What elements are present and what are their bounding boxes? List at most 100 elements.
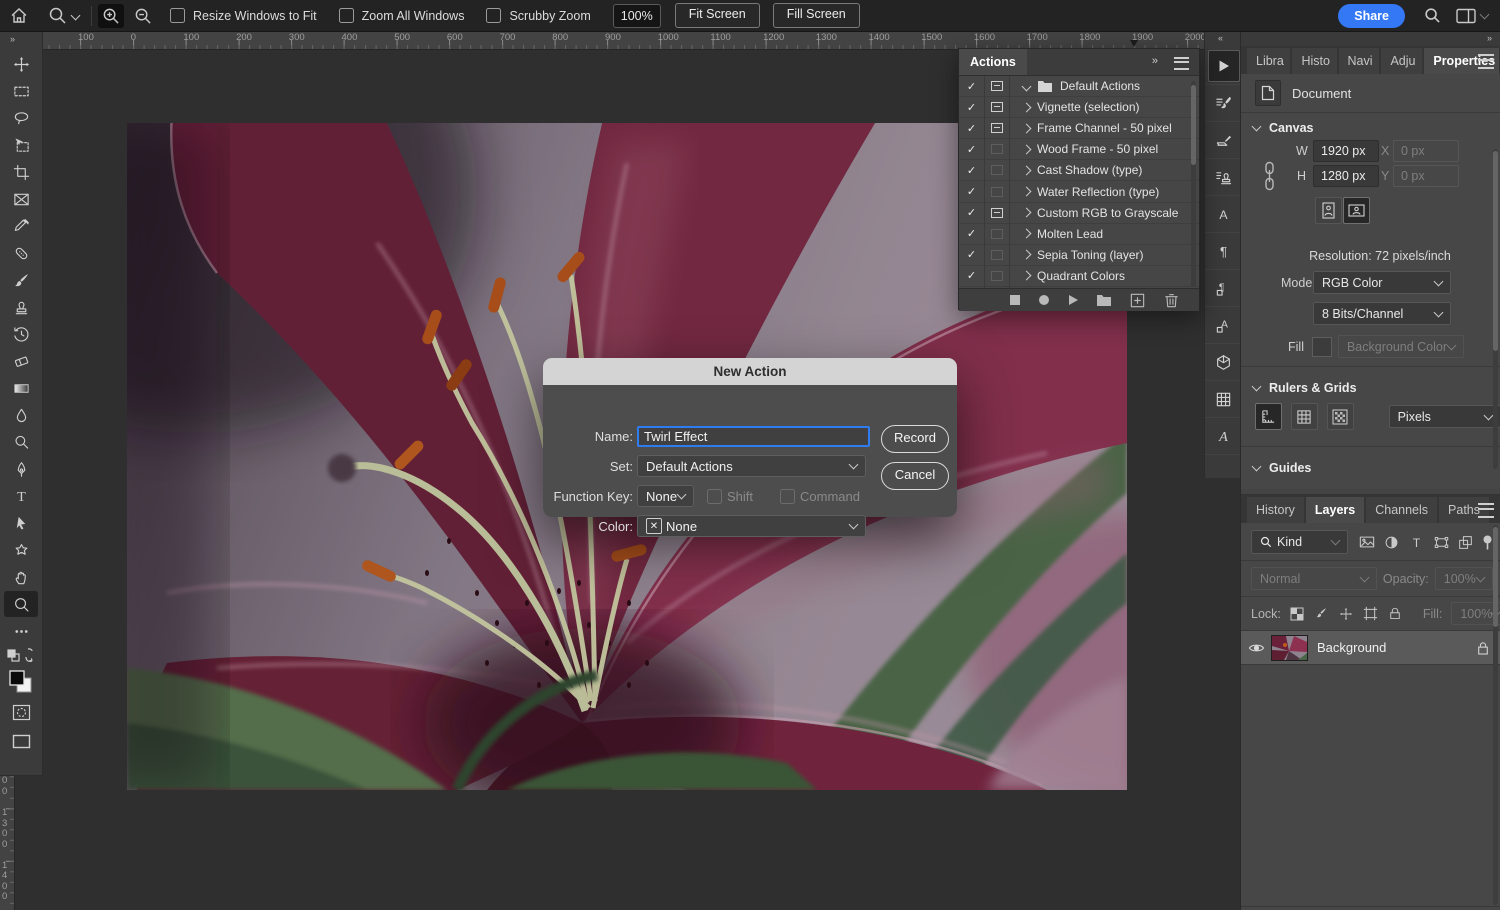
- action-row[interactable]: ✓Default Actions: [959, 76, 1199, 97]
- orientation-landscape-button[interactable]: [1343, 197, 1370, 224]
- crop-tool[interactable]: [0, 159, 42, 186]
- include-checkmark-icon[interactable]: ✓: [959, 164, 984, 177]
- workspace-icon[interactable]: [1453, 4, 1479, 28]
- disclosure-chevron-icon[interactable]: [1022, 250, 1032, 260]
- modal-dialog-toggle-icon[interactable]: [991, 229, 1003, 239]
- tab-adju[interactable]: Adju: [1381, 48, 1422, 74]
- include-checkmark-icon[interactable]: ✓: [959, 269, 984, 282]
- actions-collapse-icon[interactable]: »: [1152, 55, 1159, 67]
- search-icon[interactable]: [1419, 4, 1445, 28]
- disclosure-chevron-icon[interactable]: [1022, 123, 1032, 133]
- lock-all-icon[interactable]: [1388, 606, 1402, 621]
- dodge-tool[interactable]: [0, 429, 42, 456]
- fill-color-swatch[interactable]: [1312, 337, 1332, 357]
- tab-histo[interactable]: Histo: [1292, 48, 1336, 74]
- type-tool[interactable]: T: [0, 483, 42, 510]
- zoom-in-button[interactable]: [98, 4, 124, 28]
- include-checkmark-icon[interactable]: ✓: [959, 122, 984, 135]
- opacity-dropdown[interactable]: 100%: [1435, 567, 1493, 590]
- character-panel-icon[interactable]: A: [1205, 196, 1241, 233]
- checkbox[interactable]: [339, 8, 354, 23]
- disclosure-chevron-icon[interactable]: [1022, 271, 1032, 281]
- zoom-tool-chevron-icon[interactable]: [71, 11, 81, 21]
- actions-tab[interactable]: Actions: [959, 49, 1027, 75]
- share-button[interactable]: Share: [1338, 4, 1405, 28]
- lock-artboard-icon[interactable]: [1363, 606, 1378, 621]
- brush-settings-panel-icon[interactable]: [1205, 85, 1241, 122]
- action-row[interactable]: ✓Custom RGB to Grayscale: [959, 203, 1199, 224]
- record-icon[interactable]: [1038, 294, 1050, 306]
- orientation-portrait-button[interactable]: [1315, 197, 1342, 224]
- disclosure-chevron-icon[interactable]: [1022, 208, 1032, 218]
- action-row[interactable]: ✓Quadrant Colors: [959, 266, 1199, 287]
- lock-pixels-icon[interactable]: [1314, 606, 1329, 621]
- set-dropdown[interactable]: Default Actions: [637, 455, 866, 477]
- mode-dropdown[interactable]: RGB Color: [1313, 271, 1451, 294]
- rectangular-marquee-tool[interactable]: [0, 78, 42, 105]
- tab-channels[interactable]: Channels: [1366, 497, 1437, 523]
- rulers-grids-header[interactable]: Rulers & Grids: [1241, 373, 1500, 399]
- pattern-preview-panel-icon[interactable]: [1205, 381, 1241, 418]
- dialog-title[interactable]: New Action: [543, 358, 957, 385]
- smart-object-filter-icon[interactable]: [1458, 534, 1473, 551]
- type-small-filter-icon[interactable]: T: [1408, 534, 1425, 551]
- properties-menu-icon[interactable]: [1478, 54, 1494, 69]
- 3d-panel-icon[interactable]: [1205, 344, 1241, 381]
- workspace-chevron-icon[interactable]: [1480, 9, 1490, 19]
- pen-tool[interactable]: [0, 456, 42, 483]
- blur-tool[interactable]: [0, 402, 42, 429]
- lasso-tool[interactable]: [0, 105, 42, 132]
- modal-dialog-toggle-icon[interactable]: [991, 81, 1003, 91]
- include-checkmark-icon[interactable]: ✓: [959, 143, 984, 156]
- modal-dialog-toggle-icon[interactable]: [991, 271, 1003, 281]
- image-filter-icon[interactable]: [1359, 534, 1375, 551]
- frame-tool[interactable]: [0, 186, 42, 213]
- eyedropper-tool[interactable]: [0, 213, 42, 240]
- actions-panel-icon[interactable]: [1205, 48, 1241, 85]
- custom-shape-tool[interactable]: [0, 537, 42, 564]
- object-selection-tool[interactable]: [0, 132, 42, 159]
- toggle-rulers-button[interactable]: [1255, 403, 1282, 430]
- action-row[interactable]: ✓Cast Shadow (type): [959, 160, 1199, 181]
- glyphs-panel-icon[interactable]: A: [1205, 418, 1241, 455]
- trash-icon[interactable]: [1163, 292, 1180, 309]
- properties-scrollbar[interactable]: [1493, 149, 1498, 469]
- option-scrubby-zoom[interactable]: Scrubby Zoom: [486, 8, 590, 23]
- layers-menu-icon[interactable]: [1478, 503, 1494, 518]
- modal-dialog-toggle-icon[interactable]: [991, 165, 1003, 175]
- height-input[interactable]: 1280 px: [1313, 165, 1379, 187]
- zoom-out-button[interactable]: [130, 4, 156, 28]
- modal-dialog-toggle-icon[interactable]: [991, 208, 1003, 218]
- checkbox[interactable]: [170, 8, 185, 23]
- tab-history[interactable]: History: [1247, 497, 1304, 523]
- layer-thumbnail[interactable]: [1271, 635, 1308, 661]
- modal-dialog-toggle-icon[interactable]: [991, 102, 1003, 112]
- canvas-section-header[interactable]: Canvas: [1241, 113, 1500, 139]
- fit-screen-button[interactable]: Fit Screen: [675, 3, 760, 28]
- paragraph-styles-panel-icon[interactable]: ¶: [1205, 270, 1241, 307]
- disclosure-chevron-icon[interactable]: [1022, 229, 1032, 239]
- layer-visibility-eye-icon[interactable]: [1241, 641, 1271, 655]
- disclosure-chevron-icon[interactable]: [1022, 81, 1032, 91]
- screen-mode-icon[interactable]: [0, 727, 42, 755]
- guides-header[interactable]: Guides: [1241, 453, 1500, 489]
- include-checkmark-icon[interactable]: ✓: [959, 206, 984, 219]
- adjustment-filter-icon[interactable]: [1384, 534, 1399, 551]
- character-styles-panel-icon[interactable]: A: [1205, 307, 1241, 344]
- include-checkmark-icon[interactable]: ✓: [959, 227, 984, 240]
- move-tool[interactable]: [0, 51, 42, 78]
- clone-stamp-tool[interactable]: [0, 294, 42, 321]
- color-dropdown[interactable]: ✕None: [637, 515, 866, 537]
- toggle-pixel-grid-button[interactable]: [1327, 403, 1354, 430]
- fill-screen-button[interactable]: Fill Screen: [773, 3, 860, 28]
- include-checkmark-icon[interactable]: ✓: [959, 248, 984, 261]
- stop-icon[interactable]: [1009, 294, 1021, 306]
- modal-dialog-toggle-icon[interactable]: [991, 187, 1003, 197]
- action-row[interactable]: ✓Frame Channel - 50 pixel: [959, 118, 1199, 139]
- new-icon[interactable]: [1129, 292, 1146, 309]
- action-row[interactable]: ✓Sepia Toning (layer): [959, 245, 1199, 266]
- more-tools-icon[interactable]: [0, 618, 42, 645]
- eraser-tool[interactable]: [0, 348, 42, 375]
- bit-depth-dropdown[interactable]: 8 Bits/Channel: [1313, 302, 1451, 325]
- option-zoom-all-windows[interactable]: Zoom All Windows: [339, 8, 465, 23]
